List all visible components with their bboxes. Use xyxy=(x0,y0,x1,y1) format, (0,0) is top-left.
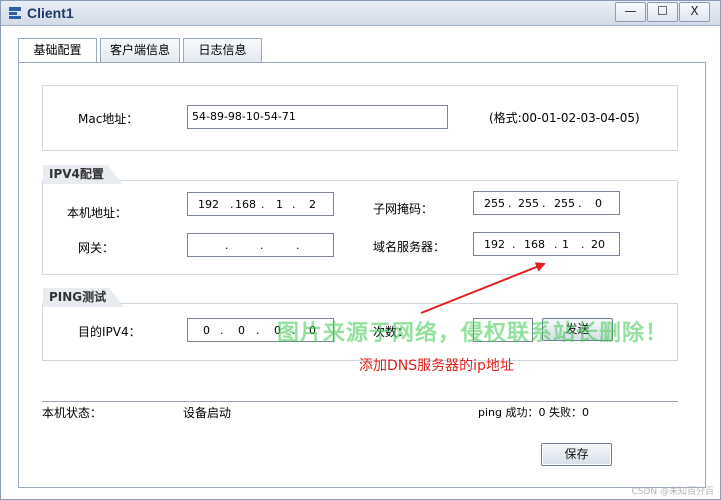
gateway-label: 网关： xyxy=(78,241,115,255)
ip-octet: 192 xyxy=(484,238,505,251)
csdn-watermark: CSDN @未知百分百 xyxy=(631,487,714,497)
window-title: Client1 xyxy=(27,5,74,21)
ip-octet: 192 xyxy=(198,198,219,211)
ip-dot: . xyxy=(292,198,296,211)
ip-octet: 0 xyxy=(595,197,602,210)
host-ip-input[interactable]: 192 . 168 . 1 . 2 xyxy=(187,192,334,216)
save-button[interactable]: 保存 xyxy=(541,443,612,466)
mac-input[interactable]: 54-89-98-10-54-71 xyxy=(187,105,448,129)
ip-octet: 2 xyxy=(309,198,316,211)
ip-octet: 255 xyxy=(554,197,575,210)
maximize-button[interactable]: ☐ xyxy=(647,2,678,22)
ip-dot: . xyxy=(512,238,516,251)
ip-dot: . xyxy=(296,239,300,252)
status-label: 本机状态： xyxy=(42,406,103,420)
ip-dot: . xyxy=(225,239,229,252)
ip-octet: 0 xyxy=(238,324,245,337)
ping-result: ping 成功：0 失败：0 xyxy=(478,406,589,419)
ip-dot: . xyxy=(260,239,264,252)
ip-octet: 255 xyxy=(484,197,505,210)
tab-basic-config[interactable]: 基础配置 xyxy=(18,38,97,64)
annotation-text: 添加DNS服务器的ip地址 xyxy=(359,358,514,374)
ip-octet: 168 xyxy=(524,238,545,251)
ip-dot: . xyxy=(220,324,224,337)
client-window: Client1 — ☐ X 基础配置 客户端信息 日志信息 Mac地址： 54-… xyxy=(0,0,721,500)
ip-dot: . xyxy=(261,198,265,211)
ip-octet: 0 xyxy=(203,324,210,337)
status-divider xyxy=(42,401,678,402)
ip-octet: 1 xyxy=(562,238,569,251)
title-bar[interactable]: Client1 — ☐ X xyxy=(1,1,720,26)
ip-dot: . xyxy=(542,197,546,210)
ipv4-group: 本机地址： 192 . 168 . 1 . 2 子网掩码： 255 . 255 … xyxy=(42,180,678,275)
ipv4-legend: IPV4配置 xyxy=(43,165,122,184)
tab-log-info[interactable]: 日志信息 xyxy=(183,38,262,63)
ip-dot: . xyxy=(508,197,512,210)
tab-content-panel: Mac地址： 54-89-98-10-54-71 (格式:00-01-02-03… xyxy=(18,62,706,488)
minimize-button[interactable]: — xyxy=(615,2,646,22)
ping-target-label: 目的IPV4： xyxy=(78,325,141,339)
ip-dot: . xyxy=(581,238,585,251)
mac-group: Mac地址： 54-89-98-10-54-71 (格式:00-01-02-03… xyxy=(42,85,678,151)
mac-label: Mac地址： xyxy=(78,112,139,126)
subnet-input[interactable]: 255 . 255 . 255 . 0 xyxy=(473,191,620,215)
dns-input[interactable]: 192 . 168 . 1 . 20 xyxy=(473,232,620,256)
ip-dot: . xyxy=(578,197,582,210)
ip-dot: . xyxy=(230,198,234,211)
ip-octet: 168 xyxy=(235,198,256,211)
ip-dot: . xyxy=(554,238,558,251)
ip-dot: . xyxy=(256,324,260,337)
subnet-label: 子网掩码： xyxy=(373,202,434,216)
dns-label: 域名服务器： xyxy=(373,240,446,254)
app-icon xyxy=(9,7,21,19)
host-ip-label: 本机地址： xyxy=(67,206,128,220)
tab-client-info[interactable]: 客户端信息 xyxy=(100,38,180,63)
ping-legend: PING测试 xyxy=(43,288,125,307)
gateway-input[interactable]: . . . xyxy=(187,233,334,257)
ip-octet: 20 xyxy=(591,238,605,251)
close-button[interactable]: X xyxy=(679,2,710,22)
watermark: 图片来源于网络，侵权联系站长删除！ xyxy=(277,321,669,346)
ip-octet: 1 xyxy=(276,198,283,211)
ip-octet: 255 xyxy=(518,197,539,210)
status-value: 设备启动 xyxy=(183,406,232,420)
mac-format-hint: (格式:00-01-02-03-04-05) xyxy=(489,111,640,125)
